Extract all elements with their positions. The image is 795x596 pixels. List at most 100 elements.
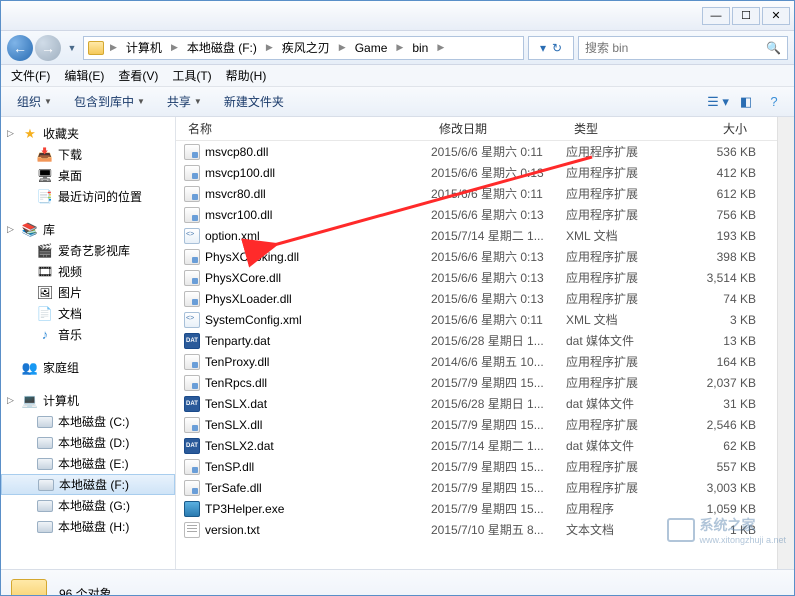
new-folder-button[interactable]: 新建文件夹 <box>216 90 292 113</box>
file-row[interactable]: msvcp80.dll2015/6/6 星期六 0:11应用程序扩展536 KB <box>176 141 777 162</box>
file-icon <box>184 522 200 538</box>
menu-help[interactable]: 帮助(H) <box>220 65 273 86</box>
sidebar-drive-e[interactable]: 本地磁盘 (E:) <box>1 453 175 474</box>
sidebar-item-recent[interactable]: 📑最近访问的位置 <box>1 186 175 207</box>
sidebar-favorites[interactable]: ▷★收藏夹 <box>1 123 175 144</box>
file-date: 2015/6/28 星期日 1... <box>431 395 566 412</box>
breadcrumb[interactable]: 本地磁盘 (F:) <box>184 37 260 58</box>
sidebar-homegroup[interactable]: 👥家庭组 <box>1 357 175 378</box>
file-list[interactable]: msvcp80.dll2015/6/6 星期六 0:11应用程序扩展536 KB… <box>176 141 777 569</box>
view-options-button[interactable]: ☰ ▾ <box>706 91 730 113</box>
help-button[interactable]: ? <box>762 91 786 113</box>
close-button[interactable]: ✕ <box>762 7 790 25</box>
menu-view[interactable]: 查看(V) <box>112 65 164 86</box>
file-type: 应用程序扩展 <box>566 353 686 370</box>
file-row[interactable]: msvcr100.dll2015/6/6 星期六 0:13应用程序扩展756 K… <box>176 204 777 225</box>
sidebar-drive-f[interactable]: 本地磁盘 (F:) <box>1 474 175 495</box>
search-input[interactable] <box>585 41 760 55</box>
chevron-right-icon[interactable]: ▶ <box>108 42 119 53</box>
file-date: 2015/7/9 星期四 15... <box>431 479 566 496</box>
organize-button[interactable]: 组织▼ <box>9 90 60 113</box>
file-row[interactable]: version.txt2015/7/10 星期五 8...文本文档1 KB <box>176 519 777 540</box>
file-row[interactable]: TenSLX.dll2015/7/9 星期四 15...应用程序扩展2,546 … <box>176 414 777 435</box>
file-name: msvcr80.dll <box>205 187 266 201</box>
sidebar-item-downloads[interactable]: 📥下载 <box>1 144 175 165</box>
menu-file[interactable]: 文件(F) <box>5 65 56 86</box>
refresh-button[interactable]: ▾↻ <box>528 36 574 60</box>
column-type[interactable]: 类型 <box>566 120 686 137</box>
column-size[interactable]: 大小 <box>686 120 756 137</box>
file-row[interactable]: TP3Helper.exe2015/7/9 星期四 15...应用程序1,059… <box>176 498 777 519</box>
file-row[interactable]: TerSafe.dll2015/7/9 星期四 15...应用程序扩展3,003… <box>176 477 777 498</box>
file-row[interactable]: DATTenSLX.dat2015/6/28 星期日 1...dat 媒体文件3… <box>176 393 777 414</box>
forward-button[interactable]: → <box>35 35 61 61</box>
file-size: 756 KB <box>686 208 756 222</box>
minimize-button[interactable]: — <box>702 7 730 25</box>
column-name[interactable]: 名称 <box>176 120 431 137</box>
file-row[interactable]: DATTenSLX2.dat2015/7/14 星期二 1...dat 媒体文件… <box>176 435 777 456</box>
search-icon[interactable]: 🔍 <box>766 41 781 55</box>
include-library-button[interactable]: 包含到库中▼ <box>66 90 153 113</box>
file-type: 应用程序扩展 <box>566 248 686 265</box>
file-date: 2015/7/9 星期四 15... <box>431 500 566 517</box>
menu-tools[interactable]: 工具(T) <box>166 65 217 86</box>
file-row[interactable]: PhysXCooking.dll2015/6/6 星期六 0:13应用程序扩展3… <box>176 246 777 267</box>
file-type: 应用程序扩展 <box>566 479 686 496</box>
sidebar-drive-h[interactable]: 本地磁盘 (H:) <box>1 516 175 537</box>
file-row[interactable]: option.xml2015/7/14 星期二 1...XML 文档193 KB <box>176 225 777 246</box>
file-row[interactable]: TenSP.dll2015/7/9 星期四 15...应用程序扩展557 KB <box>176 456 777 477</box>
file-date: 2014/6/6 星期五 10... <box>431 353 566 370</box>
back-button[interactable]: ← <box>7 35 33 61</box>
breadcrumb[interactable]: Game <box>352 39 391 57</box>
file-date: 2015/7/9 星期四 15... <box>431 416 566 433</box>
file-date: 2015/6/6 星期六 0:13 <box>431 269 566 286</box>
chevron-right-icon[interactable]: ▶ <box>435 42 446 53</box>
preview-pane-button[interactable]: ◧ <box>734 91 758 113</box>
file-row[interactable]: msvcp100.dll2015/6/6 星期六 0:13应用程序扩展412 K… <box>176 162 777 183</box>
navigation-pane: ▷★收藏夹 📥下载 🖥桌面 📑最近访问的位置 ▷📚库 🎬爱奇艺影视库 🎞视频 🖼… <box>1 117 176 569</box>
file-icon <box>184 249 200 265</box>
sidebar-drive-c[interactable]: 本地磁盘 (C:) <box>1 411 175 432</box>
file-row[interactable]: TenRpcs.dll2015/7/9 星期四 15...应用程序扩展2,037… <box>176 372 777 393</box>
chevron-right-icon[interactable]: ▶ <box>394 42 405 53</box>
file-row[interactable]: TenProxy.dll2014/6/6 星期五 10...应用程序扩展164 … <box>176 351 777 372</box>
file-name: option.xml <box>205 229 260 243</box>
sidebar-item-documents[interactable]: 📄文档 <box>1 303 175 324</box>
breadcrumb[interactable]: 计算机 <box>123 37 165 58</box>
file-icon <box>184 186 200 202</box>
search-box[interactable]: 🔍 <box>578 36 788 60</box>
sidebar-item-pictures[interactable]: 🖼图片 <box>1 282 175 303</box>
column-date[interactable]: 修改日期 <box>431 120 566 137</box>
file-size: 2,546 KB <box>686 418 756 432</box>
file-size: 557 KB <box>686 460 756 474</box>
file-name: PhysXCooking.dll <box>205 250 299 264</box>
vertical-scrollbar[interactable] <box>777 117 794 569</box>
sidebar-drive-d[interactable]: 本地磁盘 (D:) <box>1 432 175 453</box>
file-date: 2015/6/6 星期六 0:11 <box>431 311 566 328</box>
file-row[interactable]: PhysXLoader.dll2015/6/6 星期六 0:13应用程序扩展74… <box>176 288 777 309</box>
address-bar[interactable]: ▶ 计算机 ▶ 本地磁盘 (F:) ▶ 疾风之刃 ▶ Game ▶ bin ▶ <box>83 36 524 60</box>
sidebar-libraries[interactable]: ▷📚库 <box>1 219 175 240</box>
sidebar-drive-g[interactable]: 本地磁盘 (G:) <box>1 495 175 516</box>
sidebar-item-desktop[interactable]: 🖥桌面 <box>1 165 175 186</box>
maximize-button[interactable]: ☐ <box>732 7 760 25</box>
menu-edit[interactable]: 编辑(E) <box>58 65 110 86</box>
file-row[interactable]: msvcr80.dll2015/6/6 星期六 0:11应用程序扩展612 KB <box>176 183 777 204</box>
file-row[interactable]: PhysXCore.dll2015/6/6 星期六 0:13应用程序扩展3,51… <box>176 267 777 288</box>
sidebar-computer[interactable]: ▷💻计算机 <box>1 390 175 411</box>
file-icon <box>184 354 200 370</box>
file-date: 2015/6/28 星期日 1... <box>431 332 566 349</box>
share-button[interactable]: 共享▼ <box>159 90 210 113</box>
chevron-right-icon[interactable]: ▶ <box>169 42 180 53</box>
file-size: 2,037 KB <box>686 376 756 390</box>
history-dropdown[interactable]: ▼ <box>65 43 79 53</box>
sidebar-item-videos[interactable]: 🎞视频 <box>1 261 175 282</box>
sidebar-item-music[interactable]: ♪音乐 <box>1 324 175 345</box>
breadcrumb[interactable]: bin <box>409 39 431 57</box>
breadcrumb[interactable]: 疾风之刃 <box>279 37 333 58</box>
file-row[interactable]: SystemConfig.xml2015/6/6 星期六 0:11XML 文档3… <box>176 309 777 330</box>
chevron-right-icon[interactable]: ▶ <box>337 42 348 53</box>
sidebar-item-iqiyi[interactable]: 🎬爱奇艺影视库 <box>1 240 175 261</box>
file-row[interactable]: DATTenparty.dat2015/6/28 星期日 1...dat 媒体文… <box>176 330 777 351</box>
chevron-right-icon[interactable]: ▶ <box>264 42 275 53</box>
